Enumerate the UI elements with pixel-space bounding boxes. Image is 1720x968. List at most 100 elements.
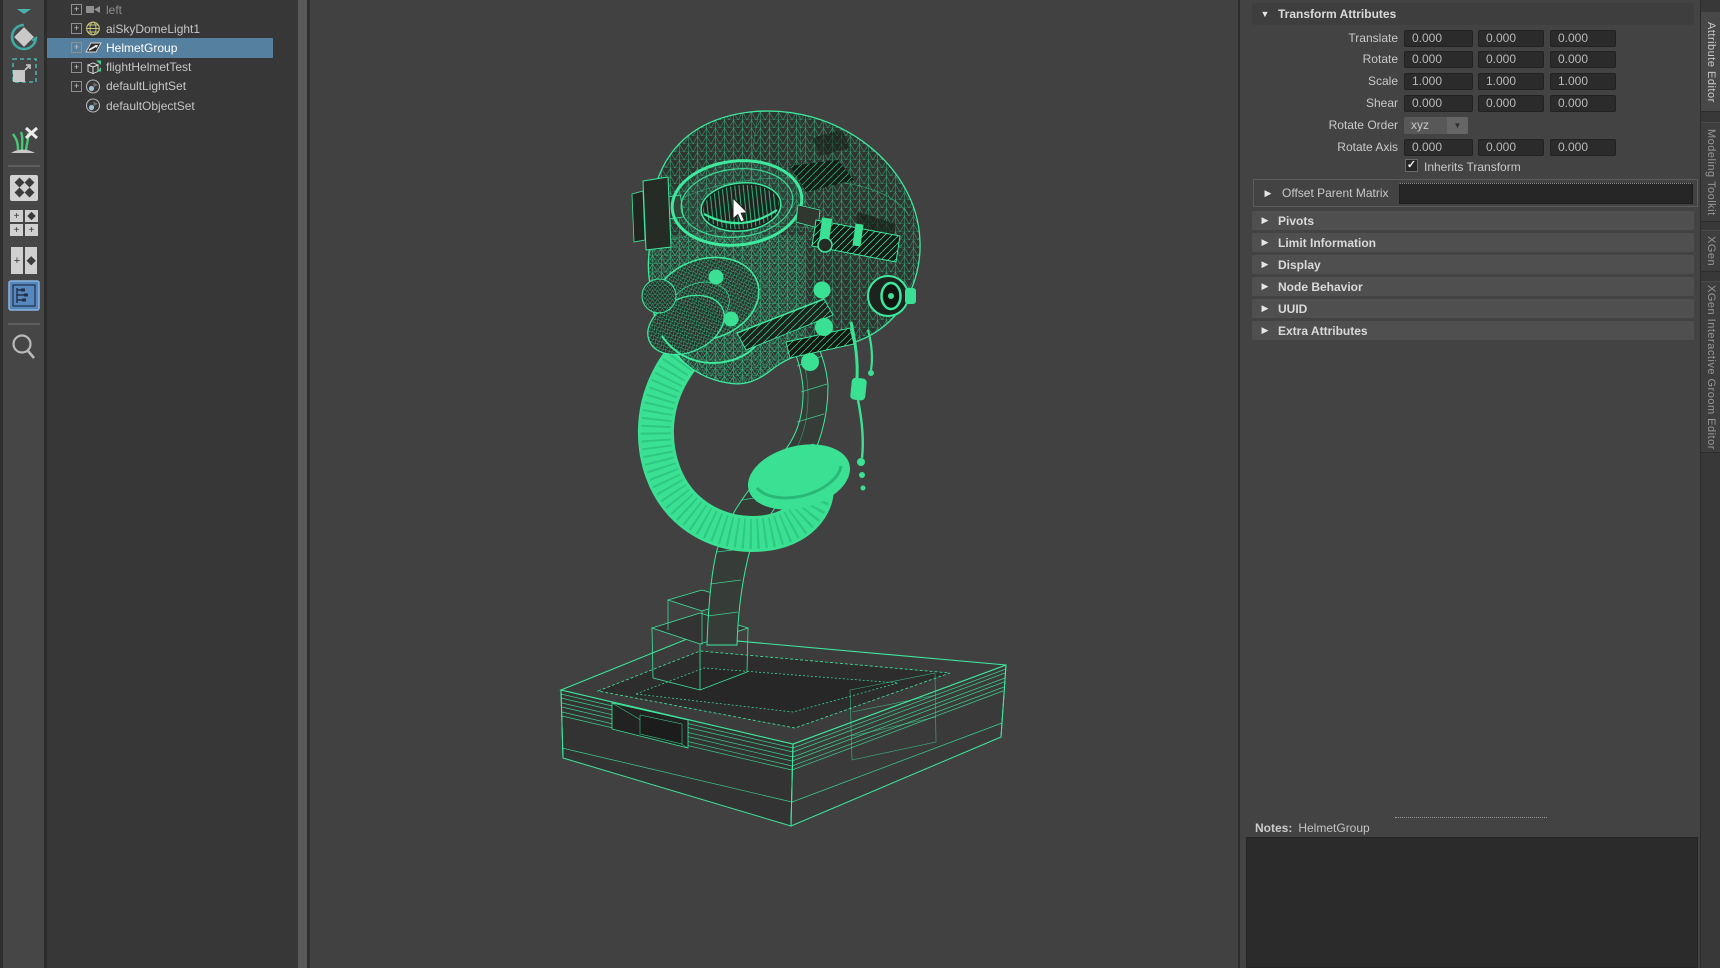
rotate-z-field[interactable]: 0.000	[1550, 51, 1616, 68]
outliner-persp-layout-icon[interactable]	[8, 280, 40, 316]
offset-parent-matrix-label: Offset Parent Matrix	[1282, 186, 1394, 200]
offset-parent-matrix-field[interactable]	[1399, 183, 1693, 204]
section-title: UUID	[1278, 302, 1307, 316]
section-display[interactable]: ▶ Display	[1252, 255, 1694, 274]
inherits-transform-checkbox[interactable]: ✓	[1405, 159, 1418, 172]
set-icon	[85, 79, 102, 94]
section-node-behavior[interactable]: ▶ Node Behavior	[1252, 277, 1694, 296]
outliner-item-label: left	[106, 3, 122, 17]
notes-textarea[interactable]	[1246, 837, 1698, 968]
single-pane-layout-icon[interactable]	[8, 173, 40, 208]
rotate-axis-x-field[interactable]: 0.000	[1404, 139, 1473, 156]
chevron-right-icon[interactable]: ▶	[1254, 188, 1282, 199]
section-title: Transform Attributes	[1278, 7, 1396, 21]
section-title: Node Behavior	[1278, 280, 1363, 294]
section-limit-information[interactable]: ▶ Limit Information	[1252, 233, 1694, 252]
outliner-item-defaultlightset[interactable]: + defaultLightSet	[47, 77, 273, 96]
notes-label: Notes:HelmetGroup	[1255, 821, 1370, 835]
translate-label: Translate	[1240, 30, 1398, 47]
outliner-item-label: HelmetGroup	[106, 41, 177, 55]
tab-modeling-toolkit[interactable]: Modeling Toolkit	[1701, 122, 1720, 222]
shear-z-field[interactable]: 0.000	[1550, 95, 1616, 112]
svg-text:+: +	[13, 255, 19, 267]
viewport-canvas[interactable]	[310, 0, 1238, 968]
camera-icon	[85, 2, 102, 17]
viewport-panel[interactable]	[310, 0, 1238, 968]
expand-icon[interactable]: +	[71, 4, 82, 15]
tab-xgen[interactable]: XGen	[1701, 230, 1720, 272]
section-uuid[interactable]: ▶ UUID	[1252, 299, 1694, 318]
translate-y-field[interactable]: 0.000	[1478, 30, 1544, 47]
section-pivots[interactable]: ▶ Pivots	[1252, 211, 1694, 230]
pedestal-base	[561, 590, 1006, 826]
rotate-tool-icon[interactable]	[7, 20, 41, 59]
rotate-x-field[interactable]: 0.000	[1404, 51, 1473, 68]
tool-dropdown-icon[interactable]	[15, 2, 33, 20]
tab-xgen-interactive-groom-editor[interactable]: XGen Interactive Groom Editor	[1701, 281, 1720, 453]
expand-icon[interactable]: +	[71, 42, 82, 53]
notes-node-name: HelmetGroup	[1298, 821, 1369, 835]
outliner-panel: + left + aiSkyDomeLight1 + HelmetGroup	[47, 0, 298, 968]
outliner-item-label: flightHelmetTest	[106, 60, 191, 74]
shear-label: Shear	[1240, 95, 1398, 112]
tab-label: XGen	[1705, 236, 1717, 266]
rotate-y-field[interactable]: 0.000	[1478, 51, 1544, 68]
scale-tool-icon[interactable]	[8, 55, 40, 92]
maya-window: + + + +	[0, 0, 1720, 968]
rotate-axis-z-field[interactable]: 0.000	[1550, 139, 1616, 156]
two-pane-layout-icon[interactable]: +	[9, 246, 39, 281]
chevron-right-icon: ▶	[1252, 259, 1278, 270]
shear-x-field[interactable]: 0.000	[1404, 95, 1473, 112]
scale-z-field[interactable]: 1.000	[1550, 73, 1616, 90]
rotate-axis-label: Rotate Axis	[1240, 139, 1398, 156]
tab-label: Modeling Toolkit	[1705, 129, 1717, 216]
rotate-axis-y-field[interactable]: 0.000	[1478, 139, 1544, 156]
scale-x-field[interactable]: 1.000	[1404, 73, 1473, 90]
four-pane-layout-icon[interactable]: + + +	[9, 209, 39, 242]
outliner-item-aiskydomelight[interactable]: + aiSkyDomeLight1	[47, 19, 273, 38]
section-title: Limit Information	[1278, 236, 1376, 250]
outliner-viewport-splitter[interactable]	[298, 0, 310, 968]
svg-text:+: +	[13, 211, 19, 222]
outliner-item-helmetgroup[interactable]: + HelmetGroup	[47, 38, 273, 57]
svg-text:+: +	[13, 225, 19, 236]
expand-icon[interactable]: +	[71, 81, 82, 92]
helmet-head	[632, 100, 930, 491]
section-title: Pivots	[1278, 214, 1314, 228]
expand-icon[interactable]: +	[71, 23, 82, 34]
paint-effects-tool-icon[interactable]	[6, 124, 42, 163]
tab-label: Attribute Editor	[1705, 22, 1717, 103]
section-extra-attributes[interactable]: ▶ Extra Attributes	[1252, 321, 1694, 340]
zoom-tool-icon[interactable]	[9, 332, 39, 367]
tab-label: XGen Interactive Groom Editor	[1705, 285, 1717, 450]
scale-label: Scale	[1240, 73, 1398, 90]
outliner-item-flighthelmettest[interactable]: + flightHelmetTest	[47, 58, 273, 77]
section-title: Display	[1278, 258, 1321, 272]
reference-cube-icon	[85, 60, 102, 75]
outliner-item-defaultobjectset[interactable]: + defaultObjectSet	[47, 96, 273, 115]
translate-x-field[interactable]: 0.000	[1404, 30, 1473, 47]
outliner-item-label: defaultObjectSet	[106, 99, 195, 113]
section-transform-attributes[interactable]: ▼ Transform Attributes	[1252, 3, 1694, 25]
outliner-item-label: aiSkyDomeLight1	[106, 22, 200, 36]
chevron-right-icon: ▶	[1252, 281, 1278, 292]
toolbar-separator	[8, 165, 40, 167]
section-title: Extra Attributes	[1278, 324, 1368, 338]
chin-cords	[850, 322, 874, 491]
tool-box: + + + +	[0, 0, 47, 968]
translate-z-field[interactable]: 0.000	[1550, 30, 1616, 47]
expand-icon[interactable]: +	[71, 62, 82, 73]
tab-attribute-editor[interactable]: Attribute Editor	[1701, 12, 1720, 112]
rotate-order-dropdown[interactable]: xyz ▼	[1404, 117, 1468, 134]
chevron-down-icon[interactable]: ▼	[1447, 117, 1468, 134]
shear-y-field[interactable]: 0.000	[1478, 95, 1544, 112]
chevron-right-icon: ▶	[1252, 215, 1278, 226]
chevron-down-icon: ▼	[1252, 9, 1278, 19]
chevron-right-icon: ▶	[1252, 325, 1278, 336]
outliner-item-left[interactable]: + left	[47, 0, 273, 19]
inherits-transform-label: Inherits Transform	[1424, 160, 1521, 174]
notes-splitter-handle[interactable]	[1395, 817, 1547, 818]
rotate-order-label: Rotate Order	[1240, 117, 1398, 134]
scale-y-field[interactable]: 1.000	[1478, 73, 1544, 90]
right-tab-strip: Attribute Editor Modeling Toolkit XGen X…	[1700, 0, 1720, 968]
